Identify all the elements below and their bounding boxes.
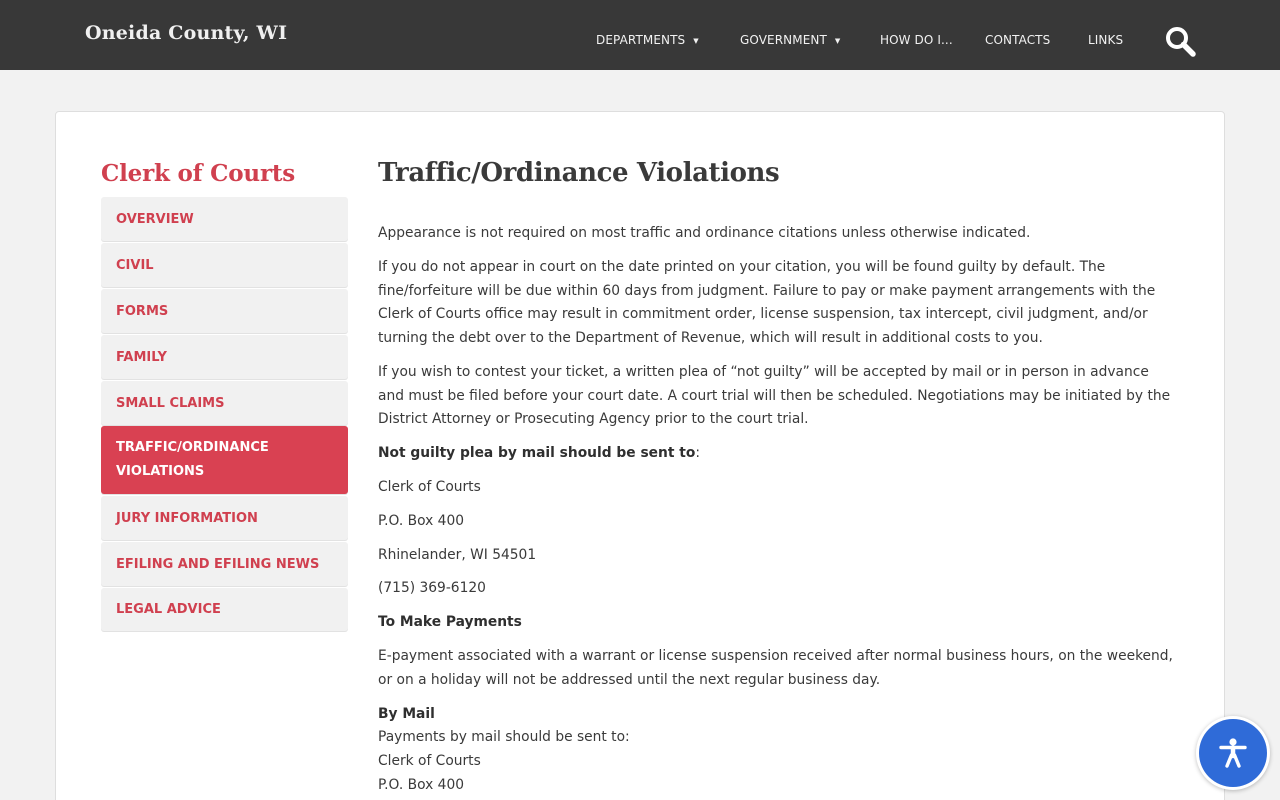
- by-mail-name: Clerk of Courts: [378, 753, 481, 769]
- sidebar-item-traffic-ordinance-violations[interactable]: TRAFFIC/ORDINANCE VIOLATIONS: [101, 426, 348, 494]
- page-title: Traffic/Ordinance Violations: [378, 158, 780, 188]
- search-icon: [1166, 27, 1196, 57]
- nav-departments[interactable]: DEPARTMENTS ▼: [596, 33, 699, 47]
- search-button[interactable]: [1162, 24, 1198, 60]
- sidebar-item-legal-advice[interactable]: LEGAL ADVICE: [101, 588, 348, 631]
- sidebar-item-forms[interactable]: FORMS: [101, 289, 348, 333]
- paragraph-contest-ticket: If you wish to contest your ticket, a wr…: [378, 364, 1171, 428]
- phone-number: (715) 369-6120: [378, 580, 486, 596]
- paragraph-default-judgment: If you do not appear in court on the dat…: [378, 259, 1156, 347]
- address-po-box: P.O. Box 400: [378, 513, 464, 529]
- sidebar-item-small-claims[interactable]: SMALL CLAIMS: [101, 381, 348, 425]
- by-mail-heading-text: By Mail: [378, 706, 435, 722]
- address-city: Rhinelander, WI 54501: [378, 547, 537, 563]
- nav-how-do-i[interactable]: HOW DO I...: [880, 33, 953, 47]
- nav-contacts[interactable]: CONTACTS: [985, 33, 1050, 47]
- address-name: Clerk of Courts: [378, 479, 481, 495]
- sidebar-item-overview[interactable]: OVERVIEW: [101, 197, 348, 241]
- sidebar-item-family[interactable]: FAMILY: [101, 335, 348, 379]
- accessibility-button[interactable]: [1196, 716, 1270, 790]
- sidebar-item-jury-information[interactable]: JURY INFORMATION: [101, 496, 348, 540]
- payments-heading: To Make Payments: [378, 611, 1178, 635]
- accessibility-button-circle: [1199, 719, 1267, 787]
- sidebar-title[interactable]: Clerk of Courts: [101, 160, 295, 187]
- nav-government[interactable]: GOVERNMENT ▼: [740, 33, 840, 47]
- chevron-down-icon: ▼: [834, 37, 841, 45]
- nav-departments-label: DEPARTMENTS: [596, 33, 686, 47]
- chevron-down-icon: ▼: [693, 37, 699, 45]
- nav-links[interactable]: LINKS: [1088, 33, 1123, 47]
- by-mail-text: Payments by mail should be sent to:: [378, 729, 630, 745]
- sidebar-item-efiling[interactable]: EFILING AND EFILING NEWS: [101, 542, 348, 586]
- by-mail-heading: By Mail: [378, 703, 1178, 727]
- paragraph-appearance: Appearance is not required on most traff…: [378, 225, 1031, 241]
- by-mail-po-box: P.O. Box 400: [378, 777, 464, 793]
- mail-plea-heading-colon: :: [695, 445, 700, 461]
- nav-government-label: GOVERNMENT: [740, 33, 827, 47]
- mail-plea-heading-text: Not guilty plea by mail should be sent t…: [378, 445, 696, 461]
- sidebar-item-civil[interactable]: CIVIL: [101, 243, 348, 287]
- payments-heading-text: To Make Payments: [378, 614, 522, 630]
- mail-plea-heading: Not guilty plea by mail should be sent t…: [378, 442, 1178, 466]
- accessibility-icon: [1219, 738, 1247, 768]
- payments-text: E-payment associated with a warrant or l…: [378, 648, 1173, 688]
- site-title[interactable]: Oneida County, WI: [85, 22, 287, 44]
- top-navigation-bar: Oneida County, WI DEPARTMENTS ▼ GOVERNMEN…: [0, 0, 1280, 70]
